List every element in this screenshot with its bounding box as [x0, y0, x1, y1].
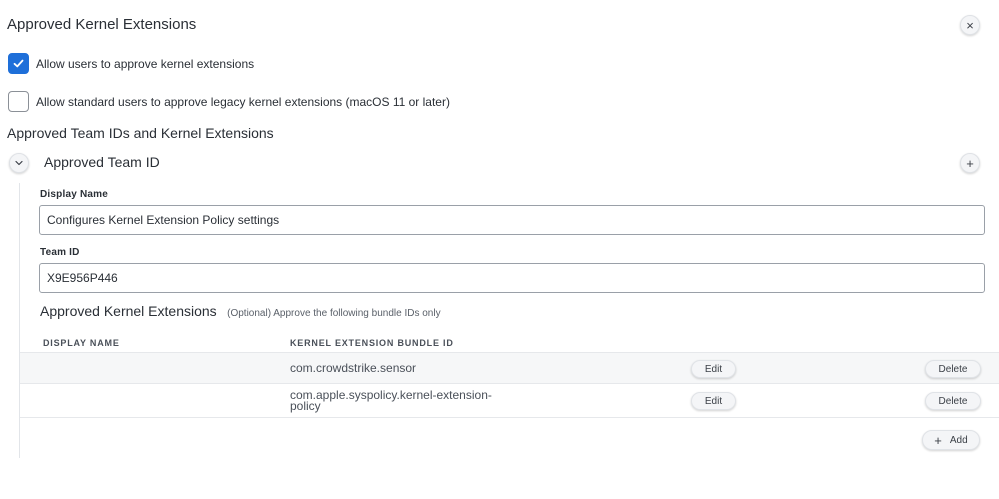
add-extension-button[interactable]: + Add: [922, 430, 980, 450]
allow-standard-users-checkbox[interactable]: [8, 91, 29, 112]
allow-users-checkbox[interactable]: [8, 53, 29, 74]
display-name-label: Display Name: [40, 189, 108, 200]
extensions-hint: (Optional) Approve the following bundle …: [227, 308, 441, 319]
collapse-button[interactable]: [9, 153, 29, 173]
display-name-input[interactable]: [39, 205, 985, 235]
team-id-input[interactable]: [39, 263, 985, 293]
page-title: Approved Kernel Extensions: [7, 16, 197, 33]
delete-button[interactable]: Delete: [925, 360, 981, 378]
column-header-bundle-id: KERNEL EXTENSION BUNDLE ID: [290, 338, 454, 348]
close-icon: ×: [966, 17, 974, 33]
extensions-heading: Approved Kernel Extensions (Optional) Ap…: [40, 303, 441, 321]
extensions-title: Approved Kernel Extensions: [40, 303, 217, 319]
table-row: com.apple.syspolicy.kernel-extension- po…: [20, 384, 999, 418]
bundle-id-cell: com.crowdstrike.sensor: [290, 361, 417, 375]
delete-button[interactable]: Delete: [925, 392, 981, 410]
column-header-display-name: DISPLAY NAME: [43, 338, 120, 348]
plus-icon: +: [934, 432, 942, 448]
checkmark-icon: [13, 59, 24, 68]
add-team-button[interactable]: +: [960, 153, 980, 173]
team-group-title: Approved Team ID: [44, 154, 160, 170]
allow-standard-users-label: Allow standard users to approve legacy k…: [36, 95, 450, 109]
table-row: com.crowdstrike.sensor Edit Delete: [20, 353, 999, 384]
team-id-label: Team ID: [40, 247, 80, 258]
chevron-down-icon: [15, 160, 23, 166]
bundle-id-line-2: policy: [290, 399, 321, 413]
close-button[interactable]: ×: [960, 15, 980, 35]
allow-users-label: Allow users to approve kernel extensions: [36, 57, 255, 71]
edit-button[interactable]: Edit: [691, 360, 736, 378]
add-label: Add: [949, 434, 968, 446]
plus-icon: +: [966, 155, 974, 171]
bundle-id-cell: com.apple.syspolicy.kernel-extension- po…: [290, 389, 492, 413]
edit-button[interactable]: Edit: [691, 392, 736, 410]
team-section-title: Approved Team IDs and Kernel Extensions: [7, 125, 274, 141]
